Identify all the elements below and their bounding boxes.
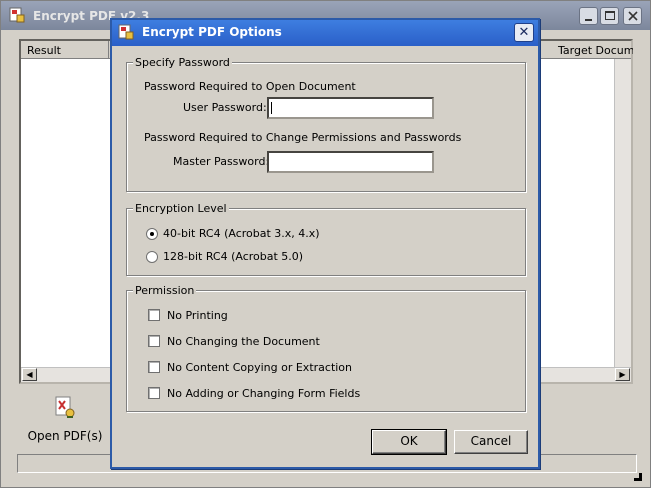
resize-grip-icon[interactable]	[634, 473, 642, 481]
column-target-document[interactable]: Target Docume	[553, 41, 633, 59]
cancel-button[interactable]: Cancel	[454, 430, 528, 454]
close-icon	[628, 11, 638, 21]
radio-128bit-label[interactable]: 128-bit RC4 (Acrobat 5.0)	[163, 250, 303, 263]
no-form-fields-label[interactable]: No Adding or Changing Form Fields	[167, 387, 360, 400]
permission-legend: Permission	[133, 284, 197, 297]
radio-128bit[interactable]	[146, 251, 158, 263]
minimize-button[interactable]	[579, 7, 598, 25]
maximize-icon	[605, 11, 615, 20]
encrypt-options-dialog: Encrypt PDF Options ✕ Specify Password P…	[110, 18, 540, 469]
dialog-title: Encrypt PDF Options	[142, 25, 282, 39]
dialog-title-bar[interactable]: Encrypt PDF Options ✕	[112, 20, 538, 46]
vertical-scrollbar[interactable]	[614, 59, 631, 371]
checkbox-no-printing[interactable]	[148, 309, 160, 321]
open-pdf-icon	[55, 396, 75, 418]
scroll-left-arrow-icon[interactable]: ◀	[22, 368, 37, 381]
encryption-level-group: Encryption Level 40-bit RC4 (Acrobat 3.x…	[126, 202, 526, 276]
no-printing-label[interactable]: No Printing	[167, 309, 228, 322]
password-group-legend: Specify Password	[133, 56, 232, 69]
ok-button[interactable]: OK	[371, 429, 447, 455]
checkbox-no-changing-document[interactable]	[148, 335, 160, 347]
main-close-button[interactable]	[623, 7, 642, 25]
minimize-icon	[585, 19, 592, 21]
password-group: Specify Password Password Required to Op…	[126, 56, 526, 192]
checkbox-no-form-fields[interactable]	[148, 387, 160, 399]
master-password-input[interactable]	[267, 151, 434, 173]
no-changing-document-label[interactable]: No Changing the Document	[167, 335, 320, 348]
dialog-app-icon	[118, 24, 134, 40]
open-pdfs-button[interactable]: Open PDF(s)	[25, 393, 105, 447]
scroll-right-arrow-icon[interactable]: ▶	[615, 368, 630, 381]
master-password-label: Master Password:	[173, 155, 270, 168]
checkbox-no-content-copying[interactable]	[148, 361, 160, 373]
text-caret	[271, 102, 272, 114]
open-password-heading: Password Required to Open Document	[144, 80, 356, 93]
encryption-level-legend: Encryption Level	[133, 202, 229, 215]
permissions-password-heading: Password Required to Change Permissions …	[144, 131, 462, 144]
close-icon: ✕	[518, 25, 530, 40]
no-content-copying-label[interactable]: No Content Copying or Extraction	[167, 361, 352, 374]
dialog-close-button[interactable]: ✕	[514, 23, 534, 42]
column-result[interactable]: Result	[21, 41, 109, 59]
permission-group: Permission No Printing No Changing the D…	[126, 284, 526, 412]
user-password-label: User Password:	[183, 101, 267, 114]
user-password-input[interactable]	[267, 97, 434, 119]
radio-40bit-label[interactable]: 40-bit RC4 (Acrobat 3.x, 4.x)	[163, 227, 320, 240]
app-icon	[9, 7, 25, 23]
radio-40bit[interactable]	[146, 228, 158, 240]
open-pdfs-label: Open PDF(s)	[27, 429, 103, 443]
maximize-button[interactable]	[600, 7, 619, 25]
